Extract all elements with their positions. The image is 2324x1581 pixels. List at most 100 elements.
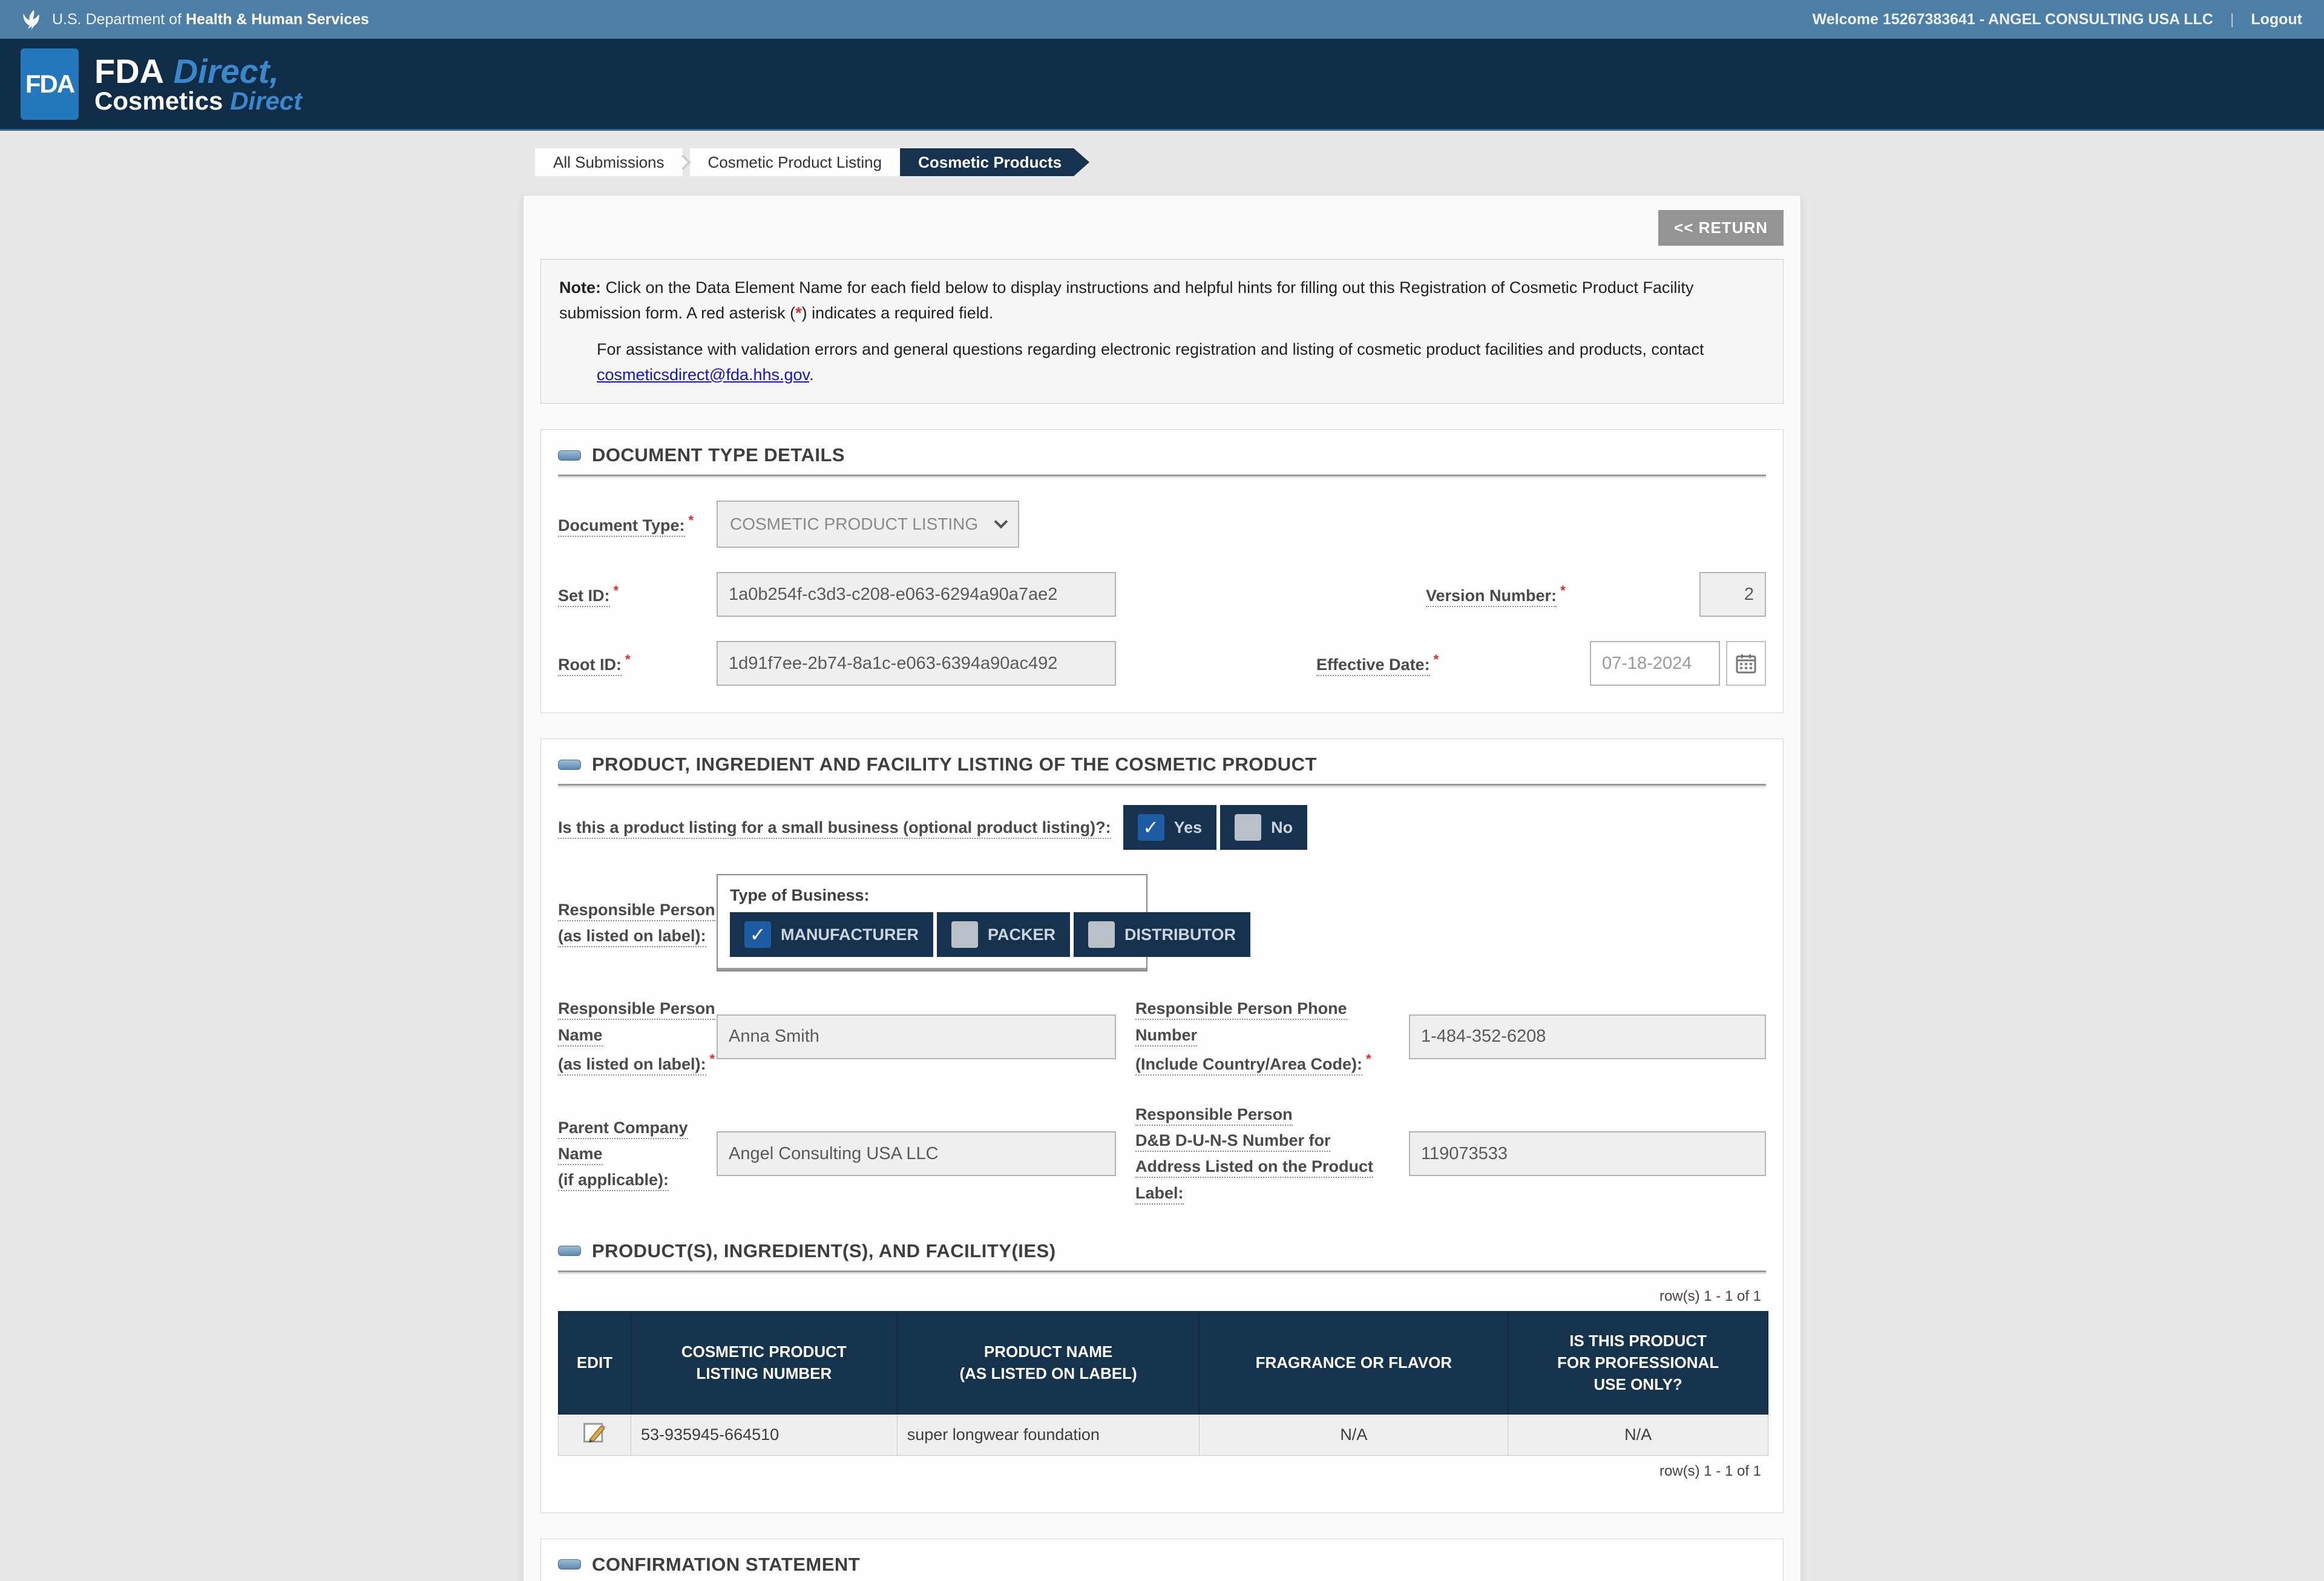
breadcrumb-cosmetic-product-listing[interactable]: Cosmetic Product Listing bbox=[690, 148, 901, 176]
required-asterisk: * bbox=[1434, 652, 1439, 667]
brand-line1: FDA Direct, bbox=[94, 54, 302, 88]
calendar-button[interactable] bbox=[1726, 641, 1766, 686]
collapse-icon[interactable] bbox=[558, 450, 581, 461]
responsible-person-label[interactable]: Responsible Person (as listed on label): bbox=[558, 897, 717, 949]
parent-company-label[interactable]: Parent Company Name (if applicable): bbox=[558, 1115, 717, 1194]
col-edit: EDIT bbox=[559, 1311, 631, 1414]
set-id-label[interactable]: Set ID:* bbox=[558, 580, 717, 609]
section-title: PRODUCT, INGREDIENT AND FACILITY LISTING… bbox=[592, 754, 1317, 775]
unchecked-checkbox-icon[interactable] bbox=[1088, 921, 1115, 948]
manufacturer-checkbox[interactable]: ✓ MANUFACTURER bbox=[730, 912, 933, 957]
chevron-down-icon bbox=[994, 515, 1008, 529]
hhs-eagle-icon bbox=[22, 8, 42, 31]
section-confirmation: CONFIRMATION STATEMENT The data and info… bbox=[540, 1539, 1784, 1581]
unchecked-checkbox-icon[interactable] bbox=[1235, 814, 1261, 841]
breadcrumb-cosmetic-products[interactable]: Cosmetic Products bbox=[900, 148, 1089, 176]
note-period: . bbox=[809, 366, 814, 384]
logout-link[interactable]: Logout bbox=[2251, 11, 2302, 28]
version-number-input[interactable] bbox=[1699, 572, 1766, 617]
note-help-text: For assistance with validation errors an… bbox=[597, 340, 1704, 358]
dept-title-bold: Health & Human Services bbox=[186, 11, 369, 28]
effective-date-label[interactable]: Effective Date:* bbox=[1316, 649, 1590, 678]
type-of-business-options: ✓ MANUFACTURER PACKER DISTRIBUTOR bbox=[730, 912, 1134, 957]
main-panel: << RETURN Note: Click on the Data Elemen… bbox=[523, 195, 1801, 1581]
fragrance-cell: N/A bbox=[1200, 1414, 1508, 1455]
small-business-toggle: ✓ Yes No bbox=[1123, 805, 1308, 850]
brand-fda: FDA bbox=[94, 52, 164, 90]
return-button[interactable]: << RETURN bbox=[1658, 210, 1784, 246]
rp-name-label[interactable]: Responsible Person Name (as listed on la… bbox=[558, 996, 717, 1077]
gov-topbar: U.S. Department of Health & Human Servic… bbox=[0, 0, 2324, 39]
checked-checkbox-icon[interactable]: ✓ bbox=[744, 921, 771, 948]
document-type-label[interactable]: Document Type:* bbox=[558, 510, 717, 539]
effective-date-input[interactable] bbox=[1590, 641, 1720, 686]
responsible-person-row: Responsible Person (as listed on label):… bbox=[558, 874, 1766, 971]
document-type-row: Document Type:* COSMETIC PRODUCT LISTING bbox=[558, 501, 1766, 548]
col-professional: IS THIS PRODUCT FOR PROFESSIONAL USE ONL… bbox=[1508, 1311, 1768, 1414]
contact-email-link[interactable]: cosmeticsdirect@fda.hhs.gov bbox=[597, 366, 809, 384]
packer-checkbox[interactable]: PACKER bbox=[937, 912, 1070, 957]
calendar-icon bbox=[1734, 651, 1758, 675]
packer-label: PACKER bbox=[988, 925, 1055, 944]
manufacturer-label: MANUFACTURER bbox=[781, 925, 919, 944]
small-business-label[interactable]: Is this a product listing for a small bu… bbox=[558, 815, 1111, 841]
note-label: Note: bbox=[559, 278, 601, 297]
col-product-name: PRODUCT NAME (AS LISTED ON LABEL) bbox=[897, 1311, 1200, 1414]
section-title: CONFIRMATION STATEMENT bbox=[592, 1554, 860, 1576]
topbar-divider: | bbox=[2230, 11, 2234, 28]
root-id-input[interactable] bbox=[717, 641, 1116, 686]
type-of-business-label: Type of Business: bbox=[730, 886, 1134, 905]
required-asterisk: * bbox=[1366, 1051, 1371, 1067]
document-type-select[interactable]: COSMETIC PRODUCT LISTING bbox=[717, 501, 1019, 548]
listing-number-cell: 53-935945-664510 bbox=[631, 1414, 897, 1455]
set-id-input[interactable] bbox=[717, 572, 1116, 617]
professional-cell: N/A bbox=[1508, 1414, 1768, 1455]
collapse-icon[interactable] bbox=[558, 760, 581, 770]
section-header: DOCUMENT TYPE DETAILS bbox=[558, 444, 1766, 466]
products-table: EDIT COSMETIC PRODUCT LISTING NUMBER PRO… bbox=[558, 1311, 1768, 1456]
duns-label[interactable]: Responsible Person D&B D-U-N-S Number fo… bbox=[1135, 1102, 1409, 1206]
breadcrumb-all-submissions[interactable]: All Submissions bbox=[535, 148, 683, 176]
edit-pencil-button[interactable] bbox=[581, 1419, 608, 1446]
subsection-title: PRODUCT(S), INGREDIENT(S), AND FACILITY(… bbox=[592, 1240, 1056, 1262]
yes-toggle[interactable]: ✓ Yes bbox=[1123, 805, 1217, 850]
checked-checkbox-icon[interactable]: ✓ bbox=[1138, 814, 1164, 841]
section-header: CONFIRMATION STATEMENT bbox=[558, 1554, 1766, 1576]
distributor-checkbox[interactable]: DISTRIBUTOR bbox=[1074, 912, 1250, 957]
unchecked-checkbox-icon[interactable] bbox=[951, 921, 978, 948]
set-id-row: Set ID:* Version Number:* bbox=[558, 572, 1766, 617]
rowcount-top: row(s) 1 - 1 of 1 bbox=[558, 1288, 1761, 1305]
root-id-label[interactable]: Root ID:* bbox=[558, 649, 717, 678]
distributor-label: DISTRIBUTOR bbox=[1124, 925, 1236, 944]
note-paragraph-1: Note: Click on the Data Element Name for… bbox=[559, 275, 1765, 326]
welcome-text: Welcome 15267383641 - ANGEL CONSULTING U… bbox=[1813, 11, 2213, 28]
no-toggle[interactable]: No bbox=[1220, 805, 1307, 850]
collapse-icon[interactable] bbox=[558, 1559, 581, 1569]
header-row: EDIT COSMETIC PRODUCT LISTING NUMBER PRO… bbox=[559, 1311, 1768, 1414]
small-business-row: Is this a product listing for a small bu… bbox=[558, 805, 1766, 850]
rp-name-input[interactable] bbox=[717, 1014, 1116, 1059]
section-document-type-details: DOCUMENT TYPE DETAILS Document Type:* CO… bbox=[540, 429, 1784, 713]
col-fragrance: FRAGRANCE OR FLAVOR bbox=[1200, 1311, 1508, 1414]
parent-company-input[interactable] bbox=[717, 1131, 1116, 1176]
site-header: FDA FDA Direct, Cosmetics Direct bbox=[0, 39, 2324, 131]
brand-direct: Direct, bbox=[174, 52, 279, 90]
dept-title: U.S. Department of Health & Human Servic… bbox=[52, 11, 369, 28]
duns-input[interactable] bbox=[1409, 1131, 1766, 1176]
yes-label: Yes bbox=[1174, 818, 1203, 837]
fda-logo[interactable]: FDA bbox=[21, 48, 79, 120]
section-rule bbox=[558, 475, 1766, 476]
collapse-icon[interactable] bbox=[558, 1246, 581, 1256]
no-label: No bbox=[1271, 818, 1293, 837]
product-name-cell: super longwear foundation bbox=[897, 1414, 1200, 1455]
section-product-listing: PRODUCT, INGREDIENT AND FACILITY LISTING… bbox=[540, 738, 1784, 1513]
rp-phone-input[interactable] bbox=[1409, 1014, 1766, 1059]
section-header: PRODUCT, INGREDIENT AND FACILITY LISTING… bbox=[558, 754, 1766, 775]
section-rule bbox=[558, 784, 1766, 786]
required-asterisk: * bbox=[625, 652, 631, 667]
required-asterisk: * bbox=[710, 1051, 715, 1067]
rp-phone-label[interactable]: Responsible Person Phone Number (Include… bbox=[1135, 996, 1409, 1077]
products-table-head: EDIT COSMETIC PRODUCT LISTING NUMBER PRO… bbox=[559, 1311, 1768, 1414]
table-row: 53-935945-664510 super longwear foundati… bbox=[559, 1414, 1768, 1455]
version-number-label[interactable]: Version Number:* bbox=[1426, 580, 1699, 609]
